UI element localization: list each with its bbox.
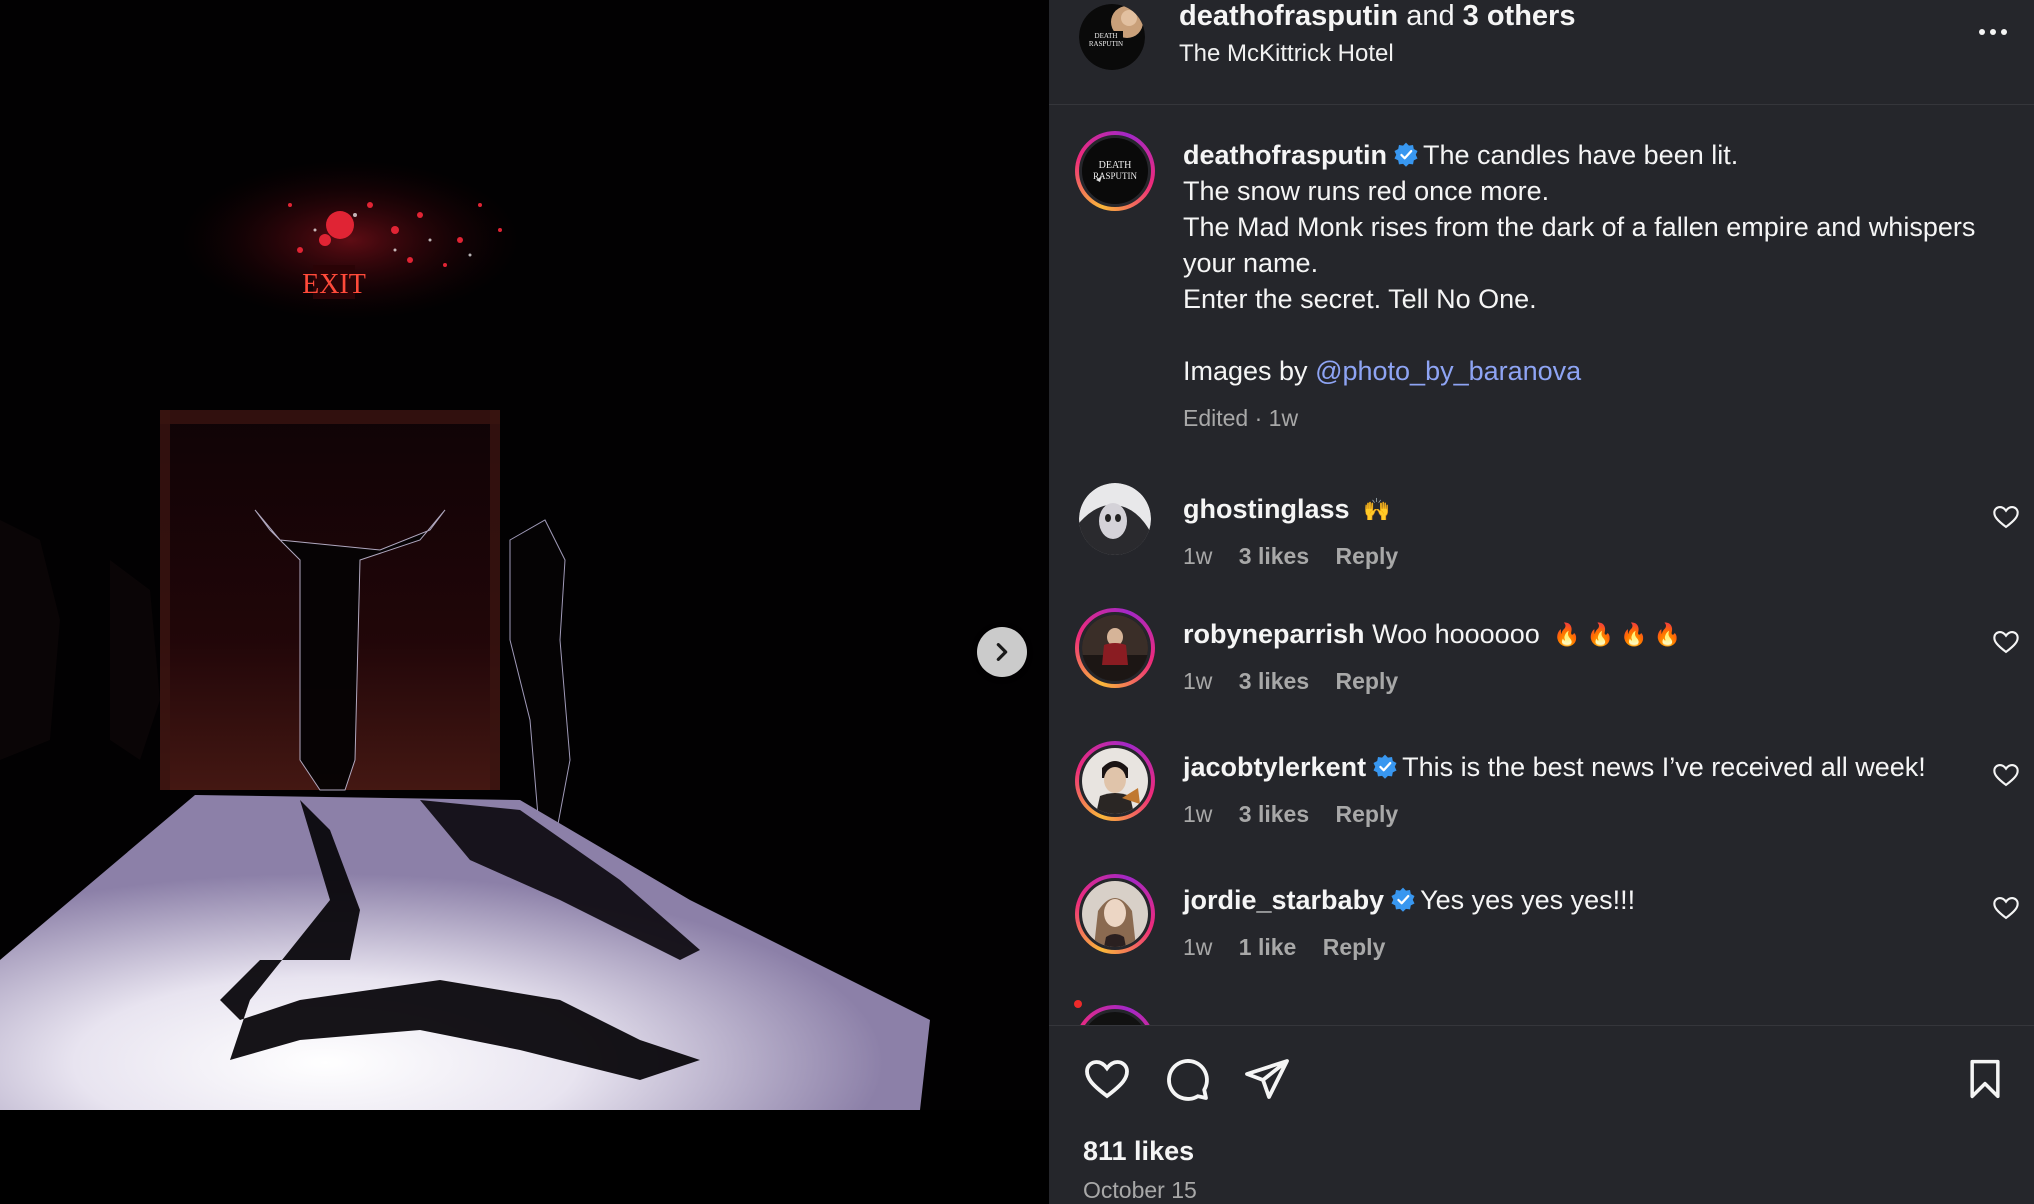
comment-time: 1w (1183, 801, 1213, 827)
comment-body: This is the best news I’ve received all … (1402, 752, 1926, 782)
comment-meta: 1w 1 like Reply (1183, 934, 1405, 961)
comment-likes[interactable]: 3 likes (1239, 801, 1309, 827)
caption-avatar[interactable]: DEATH RASPUTIN (1075, 131, 1155, 211)
comment-meta: 1w 3 likes Reply (1183, 668, 1418, 695)
comment-like-heart-icon[interactable] (1992, 761, 2020, 789)
comment-button[interactable] (1163, 1055, 1211, 1103)
comment-likes[interactable]: 3 likes (1239, 668, 1309, 694)
comment-reply-button[interactable]: Reply (1323, 934, 1386, 960)
comment-likes[interactable]: 1 like (1239, 934, 1297, 960)
svg-text:RASPUTIN: RASPUTIN (1089, 40, 1123, 48)
post-date: October 15 (1083, 1177, 1197, 1203)
next-slide-button[interactable] (977, 627, 1027, 677)
comment-text: ghostinglass 🙌 (1183, 491, 1390, 528)
new-comment-dot (1074, 1000, 1082, 1008)
header-username[interactable]: deathofrasputin (1179, 0, 1398, 32)
comment-body: Yes yes yes yes!!! (1420, 885, 1636, 915)
share-button[interactable] (1243, 1055, 1291, 1103)
caption-credit-prefix: Images by (1183, 356, 1308, 386)
comment-username[interactable]: robyneparrish (1183, 619, 1365, 649)
comment-item: jacobtylerkent This is the best news I’ve… (1049, 741, 2034, 861)
actions-divider (1049, 1025, 2034, 1026)
comment-like-heart-icon[interactable] (1992, 894, 2020, 922)
comment-username[interactable]: ghostinglass (1183, 494, 1350, 524)
comment-like-heart-icon[interactable] (1992, 503, 2020, 531)
caption-line-2: The snow runs red once more. (1183, 176, 1550, 206)
comment-time: 1w (1183, 668, 1213, 694)
post-photo: EXIT (0, 0, 1049, 1110)
comment-meta: 1w 3 likes Reply (1183, 543, 1418, 570)
comment-reply-button[interactable]: Reply (1336, 543, 1399, 569)
comment-reply-button[interactable]: Reply (1336, 668, 1399, 694)
header-and: and (1406, 0, 1455, 32)
comment-bubble-icon (1167, 1059, 1209, 1101)
comment-emoji: 🔥 🔥 🔥 🔥 (1553, 622, 1682, 647)
comment-emoji: 🙌 (1363, 497, 1391, 522)
comment-avatar[interactable] (1079, 483, 1151, 555)
svg-text:DEATH: DEATH (1099, 160, 1132, 171)
chevron-right-icon (996, 643, 1008, 661)
paper-plane-icon (1245, 1059, 1289, 1099)
comment-reply-button[interactable]: Reply (1336, 801, 1399, 827)
post-media: EXIT (0, 0, 1049, 1204)
comment-item: jordie_starbaby Yes yes yes yes!!! 1w 1 l… (1049, 874, 2034, 994)
comment-time: 1w (1183, 543, 1213, 569)
like-button[interactable] (1083, 1055, 1131, 1103)
caption-mention-link[interactable]: @photo_by_baranova (1315, 356, 1581, 386)
comment-item: ghostinglass 🙌 1w 3 likes Reply (1049, 483, 2034, 603)
exit-sign: EXIT (302, 269, 366, 300)
likes-count[interactable]: 811 likes (1083, 1136, 1194, 1167)
header-location[interactable]: The McKittrick Hotel (1179, 40, 1394, 68)
post-panel: DEATH RASPUTIN deathofrasputin and 3 oth… (1049, 0, 2034, 1204)
header-others[interactable]: 3 others (1463, 0, 1576, 32)
comment-meta: 1w 3 likes Reply (1183, 801, 1418, 828)
svg-text:DEATH: DEATH (1095, 32, 1118, 40)
header-usernames[interactable]: deathofrasputin and 3 others (1179, 0, 1575, 33)
comments-scroll-area[interactable]: DEATH RASPUTIN deathofrasputin The candle… (1049, 105, 2034, 1025)
comment-avatar[interactable] (1075, 608, 1155, 688)
caption-line-1: The candles have been lit. (1423, 140, 1739, 170)
verified-badge-icon (1394, 142, 1418, 167)
comment-avatar[interactable] (1075, 874, 1155, 954)
comment-avatar-partial[interactable] (1075, 1005, 1155, 1025)
verified-badge-icon (1373, 754, 1397, 779)
post-caption: deathofrasputin The candles have been lit… (1183, 137, 1983, 389)
caption-username[interactable]: deathofrasputin (1183, 140, 1387, 170)
more-options-button[interactable] (1973, 14, 2013, 50)
comment-time: 1w (1183, 934, 1213, 960)
comment-text: jordie_starbaby Yes yes yes yes!!! (1183, 882, 1635, 918)
comment-body: Woo hoooooo (1372, 619, 1540, 649)
comment-text: jacobtylerkent This is the best news I’ve… (1183, 749, 1926, 785)
caption-line-3: The Mad Monk rises from the dark of a fa… (1183, 212, 1976, 278)
caption-line-4: Enter the secret. Tell No One. (1183, 284, 1537, 314)
bookmark-icon (1970, 1059, 2000, 1099)
comment-likes[interactable]: 3 likes (1239, 543, 1309, 569)
save-button[interactable] (1963, 1055, 2007, 1103)
header-avatar[interactable]: DEATH RASPUTIN (1079, 4, 1145, 70)
comment-username[interactable]: jordie_starbaby (1183, 885, 1384, 915)
comment-item: robyneparrish Woo hoooooo 🔥 🔥 🔥 🔥 1w 3 l… (1049, 608, 2034, 728)
heart-icon (1085, 1060, 1129, 1099)
caption-meta: Edited · 1w (1183, 405, 1299, 431)
verified-badge-icon (1391, 887, 1415, 912)
comment-like-heart-icon[interactable] (1992, 628, 2020, 656)
more-horizontal-icon (1979, 29, 2007, 35)
comment-text: robyneparrish Woo hoooooo 🔥 🔥 🔥 🔥 (1183, 616, 1681, 653)
comment-avatar[interactable] (1075, 741, 1155, 821)
comment-username[interactable]: jacobtylerkent (1183, 752, 1366, 782)
